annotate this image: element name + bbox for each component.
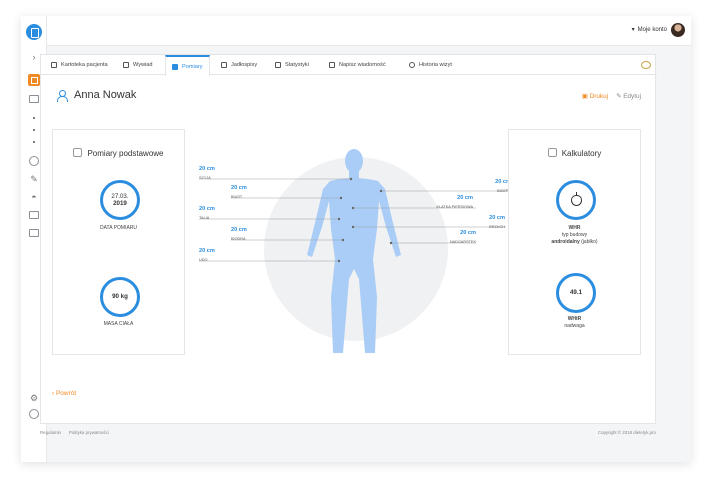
- dot-icon: [28, 136, 40, 148]
- print-button[interactable]: ▣ Drukuj: [582, 92, 608, 100]
- support-icon[interactable]: [28, 408, 40, 420]
- history-icon: [409, 62, 415, 68]
- chevron-right-icon[interactable]: ›: [28, 51, 40, 63]
- chevron-down-icon: ▾: [631, 27, 635, 33]
- whtr-ring: 49.1: [556, 273, 596, 313]
- whtr-caption: WHtR nadwaga: [564, 316, 585, 329]
- app-logo-icon[interactable]: [26, 24, 42, 40]
- top-bar: ▾ Moje konto: [47, 16, 691, 46]
- measurement-bust: 20 cm BIUST: [231, 185, 247, 199]
- measurement-waist: 20 cm TALIA: [199, 206, 215, 220]
- measure-icon: [172, 63, 178, 70]
- mail-icon: [329, 62, 335, 68]
- dot-icon: [28, 112, 40, 124]
- measurement-hips: 20 cm BIODRA: [231, 227, 247, 241]
- whr-ring: [556, 180, 596, 220]
- pin-icon: [123, 62, 129, 68]
- patients-icon[interactable]: [28, 155, 40, 167]
- whr-caption: WHR typ budowy androidalny (jabłko): [551, 225, 598, 245]
- footer: Regulamin Polityka prywatności Copyright…: [40, 430, 656, 442]
- patient-name: Anna Nowak: [74, 89, 137, 101]
- panel-title: Pomiary podstawowe: [53, 148, 184, 158]
- human-figure: [199, 149, 511, 353]
- user-icon: [57, 89, 68, 102]
- tab-measurements[interactable]: Pomiary: [165, 55, 210, 76]
- mail-icon[interactable]: [28, 227, 40, 239]
- weight-caption: MASA CIAŁA: [103, 321, 134, 327]
- date-ring: 27.03. 2019: [100, 180, 140, 220]
- edit-button[interactable]: ✎ Edytuj: [616, 92, 641, 100]
- measurement-wrist: 20 cm NADGARSTEK: [449, 230, 476, 244]
- gear-icon[interactable]: ⚙: [28, 392, 40, 404]
- basic-measurements-panel: Pomiary podstawowe 27.03. 2019 DATA POMI…: [52, 129, 185, 355]
- tab-patient-file[interactable]: Kartoteka pacjenta: [45, 55, 114, 75]
- calculators-panel: Kalkulatory WHR typ budowy androidalny (…: [508, 129, 641, 355]
- apple-icon: [570, 191, 582, 206]
- account-label: Moje konto: [637, 26, 667, 33]
- main-card: Kartoteka pacjenta Wywiad Pomiary Jadłos…: [40, 54, 657, 424]
- measurement-neck: 20 cm SZYJA: [199, 166, 215, 180]
- chat-icon[interactable]: [641, 61, 651, 69]
- dish-icon: [221, 62, 227, 68]
- tape-measure-icon: [73, 148, 83, 157]
- weight-ring: 90 kg: [100, 277, 140, 317]
- body-measurements: 20 cm SZYJA 20 cm BIUST 20 cm TALIA 20 cm BI…: [191, 129, 511, 359]
- tab-statistics[interactable]: Statystyki: [269, 55, 315, 75]
- folder-icon: [51, 62, 57, 68]
- tab-interview[interactable]: Wywiad: [117, 55, 159, 75]
- tab-meal-plans[interactable]: Jadłospisy: [215, 55, 263, 75]
- patient-header: Anna Nowak: [57, 89, 137, 102]
- terms-link[interactable]: Regulamin: [40, 430, 61, 435]
- footer-links: Regulamin Polityka prywatności: [40, 430, 109, 435]
- bar-chart-icon: [275, 62, 281, 68]
- copyright: Copyright © 2018 dietetyk.pro: [597, 430, 656, 435]
- calculator-icon: [547, 148, 557, 157]
- measurement-abdomen: 20 cm BRZUCH: [489, 215, 505, 229]
- avatar[interactable]: [671, 23, 685, 37]
- pencil-icon[interactable]: ✎: [28, 173, 40, 185]
- dot-icon: [28, 124, 40, 136]
- silhouette: [307, 149, 401, 353]
- dish-icon[interactable]: ◓: [28, 191, 40, 203]
- back-link[interactable]: ‹ Powrót: [52, 390, 76, 397]
- dashboard-icon[interactable]: [28, 74, 40, 86]
- date-caption: DATA POMIARU: [99, 225, 138, 231]
- measurement-thigh: 20 cm UDO: [199, 248, 215, 262]
- page-actions: ▣ Drukuj ✎ Edytuj: [582, 92, 641, 100]
- panel-title: Kalkulatory: [509, 148, 640, 158]
- calendar-icon[interactable]: [28, 93, 40, 105]
- measurement-chest: 20 cm KLATKA PIERSIOWA: [436, 195, 473, 209]
- tab-visit-history[interactable]: Historia wizyt: [403, 55, 458, 75]
- tab-write-message[interactable]: Napisz wiadomość: [323, 55, 392, 75]
- tab-bar: Kartoteka pacjenta Wywiad Pomiary Jadłos…: [41, 55, 657, 76]
- table-icon[interactable]: [28, 209, 40, 221]
- account-menu[interactable]: ▾ Moje konto: [631, 26, 667, 34]
- privacy-link[interactable]: Polityka prywatności: [69, 430, 109, 435]
